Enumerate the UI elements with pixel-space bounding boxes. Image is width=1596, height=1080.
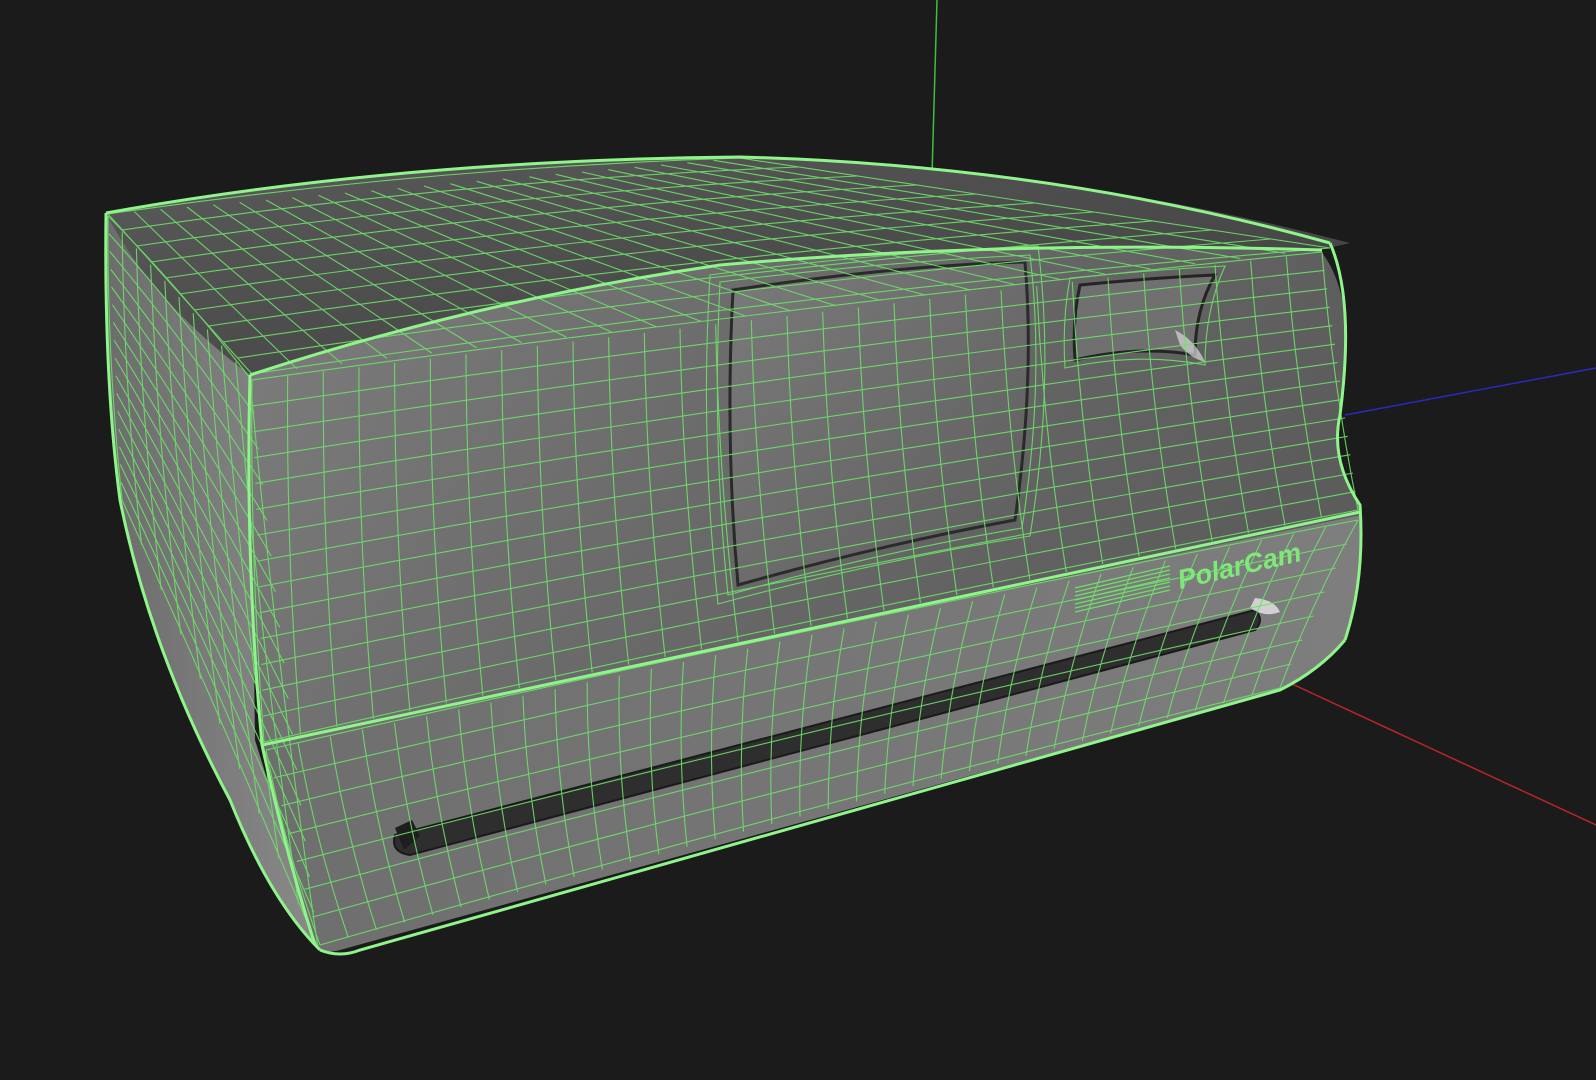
camera-model[interactable]: PolarCam: [104, 155, 1363, 956]
z-axis-line: [1344, 367, 1596, 416]
x-axis-line: [1289, 682, 1596, 826]
3d-viewport[interactable]: PolarCam: [0, 0, 1596, 1080]
y-axis-line: [931, 0, 938, 176]
viewport-canvas[interactable]: PolarCam: [0, 0, 1596, 1080]
